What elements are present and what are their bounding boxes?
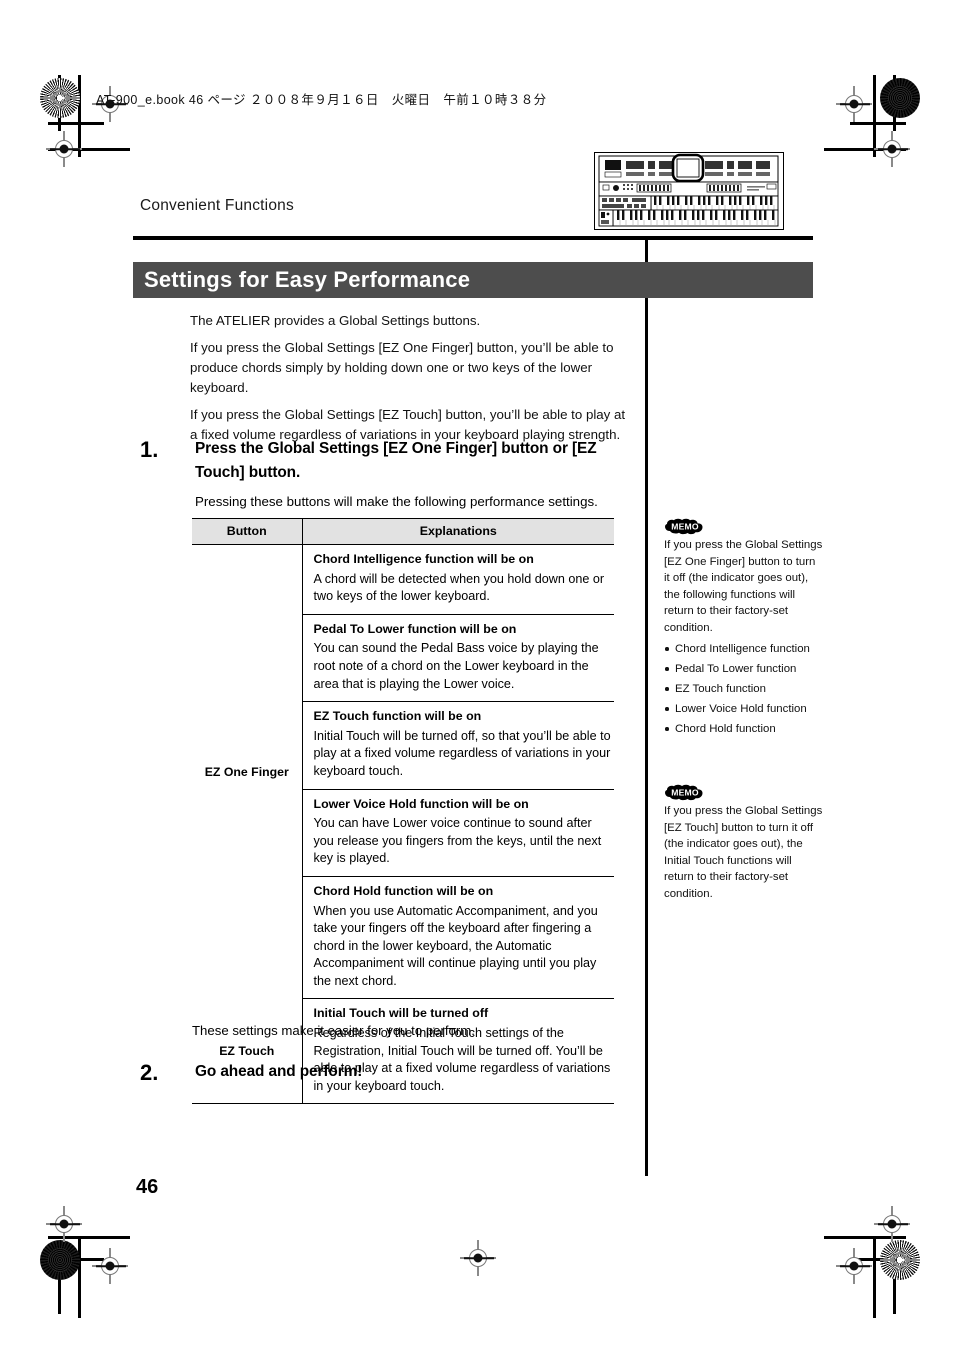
- book-file-header: AT-900_e.book 46 ページ ２００８年９月１６日 火曜日 午前１０…: [96, 93, 547, 107]
- table-cell-explanation: Chord Hold function will be on When you …: [302, 875, 614, 1000]
- crop-mark-bottom-right-v: [873, 1236, 876, 1318]
- table-cell-explanation: EZ Touch function will be on Initial Tou…: [302, 701, 614, 790]
- table-cell-button-ez-touch: EZ Touch: [192, 998, 303, 1105]
- step-1: 1. Press the Global Settings [EZ One Fin…: [140, 437, 620, 511]
- registration-cross-top-right-lower: [874, 131, 910, 167]
- registration-target-top-left: [40, 78, 80, 118]
- column-divider: [645, 240, 648, 1176]
- explanation-title: Initial Touch will be turned off: [313, 1006, 489, 1021]
- memo-list-item: Chord Hold function: [664, 721, 824, 738]
- intro-block: The ATELIER provides a Global Settings b…: [190, 311, 630, 452]
- organ-illustration: [594, 152, 784, 230]
- settings-table: Button Explanations EZ One Finger Chord …: [192, 518, 614, 1105]
- registration-target-top-right: [880, 78, 920, 118]
- intro-paragraph-2: If you press the Global Settings [EZ One…: [190, 340, 614, 395]
- memo-list-item: Pedal To Lower function: [664, 661, 824, 678]
- registration-cross-bottom-right: [836, 1248, 872, 1284]
- table-row: EZ Touch Initial Touch will be turned of…: [192, 998, 614, 1105]
- explanation-body: A chord will be detected when you hold d…: [313, 571, 605, 604]
- page-title: Settings for Easy Performance: [144, 267, 471, 292]
- intro-paragraph-1: The ATELIER provides a Global Settings b…: [190, 313, 481, 328]
- table-cell-button-ez-one-finger: EZ One Finger: [192, 544, 303, 999]
- table-row: EZ One Finger Chord Intelligence functio…: [192, 544, 614, 999]
- page-number: 46: [136, 1176, 159, 1198]
- explanation-body: You can sound the Pedal Bass voice by pl…: [313, 641, 599, 691]
- explanation-body: You can have Lower voice continue to sou…: [313, 816, 602, 866]
- explanation-body: When you use Automatic Accompaniment, an…: [313, 903, 598, 988]
- memo-list-item: EZ Touch function: [664, 681, 824, 698]
- document-page: AT-900_e.book 46 ページ ２００８年９月１６日 火曜日 午前１０…: [0, 0, 954, 1351]
- registration-cross-bottom-right-upper: [874, 1206, 910, 1242]
- step-2: 2. Go ahead and perform!: [140, 1060, 620, 1085]
- registration-cross-bottom-center: [460, 1240, 496, 1276]
- table-header-explanations: Explanations: [301, 518, 614, 545]
- svg-text:MEMO: MEMO: [671, 521, 699, 531]
- table-cell-explanation: Pedal To Lower function will be on You c…: [302, 613, 614, 702]
- memo-list: Chord Intelligence function Pedal To Low…: [664, 641, 824, 738]
- registration-cross-bottom-left-upper: [46, 1206, 82, 1242]
- svg-text:MEMO: MEMO: [671, 787, 699, 797]
- registration-cross-top-right: [836, 86, 872, 122]
- header-rule: [133, 236, 813, 240]
- memo-icon: MEMO: [664, 518, 706, 535]
- crop-mark-top-right-h2: [850, 122, 906, 125]
- registration-cross-top-left-lower: [46, 131, 82, 167]
- after-table-note: These settings make it easier for you to…: [192, 1023, 475, 1038]
- table-cell-explanation: Initial Touch will be turned off Regardl…: [302, 998, 614, 1105]
- crop-mark-top-left-h2: [48, 122, 104, 125]
- memo-note-2: MEMO If you press the Global Settings [E…: [664, 784, 824, 903]
- registration-cross-bottom-left: [92, 1248, 128, 1284]
- table-cell-explanation: Lower Voice Hold function will be on You…: [302, 788, 614, 877]
- memo-text: If you press the Global Settings [EZ One…: [664, 539, 823, 634]
- memo-list-item: Chord Intelligence function: [664, 641, 824, 658]
- explanation-title: Chord Intelligence function will be on: [313, 552, 534, 566]
- explanation-title: Chord Hold function will be on: [313, 883, 494, 898]
- memo-text: If you press the Global Settings [EZ Tou…: [664, 805, 823, 900]
- table-header-row: Button Explanations: [192, 518, 614, 545]
- memo-list-item: Lower Voice Hold function: [664, 701, 824, 718]
- memo-icon: MEMO: [664, 784, 706, 801]
- step-2-heading: Go ahead and perform!: [195, 1063, 363, 1080]
- explanation-body: Initial Touch will be turned off, so tha…: [313, 728, 611, 778]
- step-1-subtext: Pressing these buttons will make the fol…: [195, 494, 598, 509]
- registration-target-bottom-left: [40, 1240, 80, 1280]
- running-head: Convenient Functions: [140, 197, 294, 214]
- table-header-button: Button: [192, 518, 302, 545]
- crop-mark-bottom-left-v: [78, 1236, 81, 1318]
- step-1-heading: Press the Global Settings [EZ One Finger…: [195, 440, 597, 481]
- explanation-title: EZ Touch function will be on: [313, 709, 482, 724]
- step-2-number: 2.: [140, 1060, 159, 1085]
- table-cell-explanation: Chord Intelligence function will be on A…: [302, 545, 614, 615]
- registration-target-bottom-right: [880, 1240, 920, 1280]
- step-1-number: 1.: [140, 437, 159, 462]
- memo-note-1: MEMO If you press the Global Settings [E…: [664, 518, 824, 741]
- explanation-title: Pedal To Lower function will be on: [313, 621, 517, 636]
- explanation-title: Lower Voice Hold function will be on: [313, 796, 529, 811]
- section-title-bar: Settings for Easy Performance: [133, 262, 813, 298]
